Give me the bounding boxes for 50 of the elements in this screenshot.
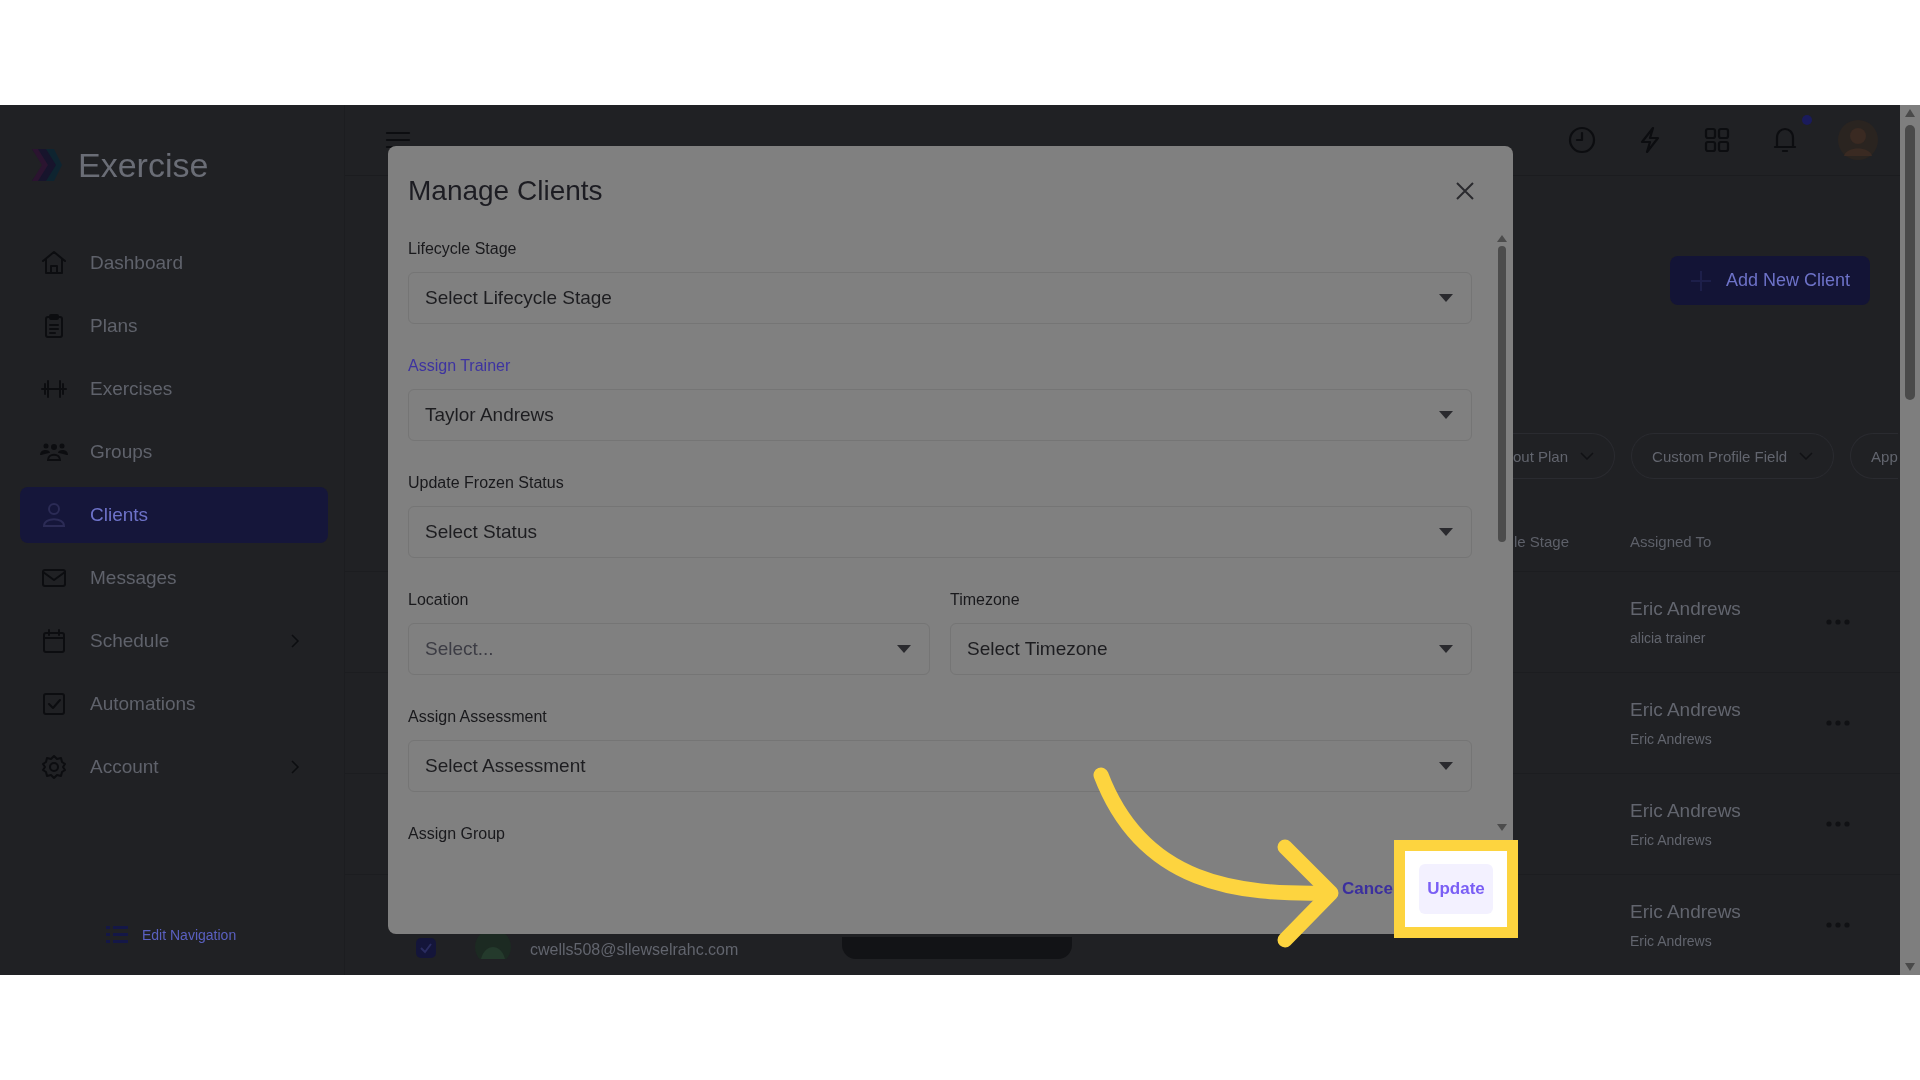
edit-navigation-link[interactable]: Edit Navigation [142, 927, 237, 943]
select-field[interactable]: Select Assessment [408, 740, 1472, 792]
assigned-by: alicia trainer [1630, 630, 1707, 646]
select-field[interactable]: Select Timezone [950, 623, 1472, 675]
assigned-by: Eric Andrews [1630, 933, 1713, 949]
field-label: Location [408, 591, 470, 610]
sidebar-item[interactable]: Clients [20, 487, 328, 543]
sidebar-item[interactable]: Messages [20, 550, 328, 606]
column-header: Assigned To [1630, 532, 1712, 550]
dropdown-caret-icon [1439, 645, 1453, 653]
modal-title: Manage Clients [408, 175, 603, 207]
dropdown-caret-icon [1439, 411, 1453, 419]
avatar[interactable] [1838, 120, 1878, 160]
client-email: cwells508@sllewselrahc.com [530, 941, 740, 959]
select-field[interactable]: Select Lifecycle Stage [408, 272, 1472, 324]
field-label: Assign Trainer [408, 357, 512, 376]
sidebar-item[interactable]: Groups [20, 424, 328, 480]
assigned-trainer: Eric Andrews [1630, 598, 1742, 620]
assigned-trainer: Eric Andrews [1630, 699, 1742, 721]
dropdown-caret-icon [1439, 528, 1453, 536]
select-field[interactable]: Select... [408, 623, 930, 675]
select-field[interactable]: Taylor Andrews [408, 389, 1472, 441]
person-icon [40, 501, 68, 529]
sidebar-item[interactable]: Schedule [20, 613, 328, 669]
field-label: Timezone [950, 591, 1021, 610]
assigned-by: Eric Andrews [1630, 731, 1713, 747]
assigned-trainer: Eric Andrews [1630, 800, 1742, 822]
sidebar-item[interactable]: Exercises [20, 361, 328, 417]
add-client-button[interactable]: Add New Client [1669, 256, 1870, 305]
dropdown-caret-icon [1439, 762, 1453, 770]
assigned-by: Eric Andrews [1630, 832, 1713, 848]
checkbox[interactable] [415, 937, 437, 959]
app-logo-text: Exercise [78, 145, 209, 185]
assigned-trainer: Eric Andrews [1630, 901, 1742, 923]
field-label: Update Frozen Status [408, 474, 565, 493]
sidebar-item[interactable]: Dashboard [20, 235, 328, 291]
close-icon[interactable] [1455, 181, 1475, 201]
sidebar-item[interactable]: Account [20, 739, 328, 795]
select-field[interactable]: Select Status [408, 506, 1472, 558]
update-button[interactable]: Update [1419, 864, 1493, 914]
column-header: le Stage [1514, 532, 1570, 550]
cancel-button[interactable]: Cance [1341, 879, 1393, 899]
dropdown-caret-icon [1439, 294, 1453, 302]
field-label: Lifecycle Stage [408, 240, 518, 259]
sidebar-item[interactable]: Plans [20, 298, 328, 354]
sidebar-item[interactable]: Automations [20, 676, 328, 732]
field-label: Assign Group [408, 825, 506, 844]
field-label: Assign Assessment [408, 708, 548, 727]
list-icon [106, 925, 128, 945]
dropdown-caret-icon [897, 645, 911, 653]
